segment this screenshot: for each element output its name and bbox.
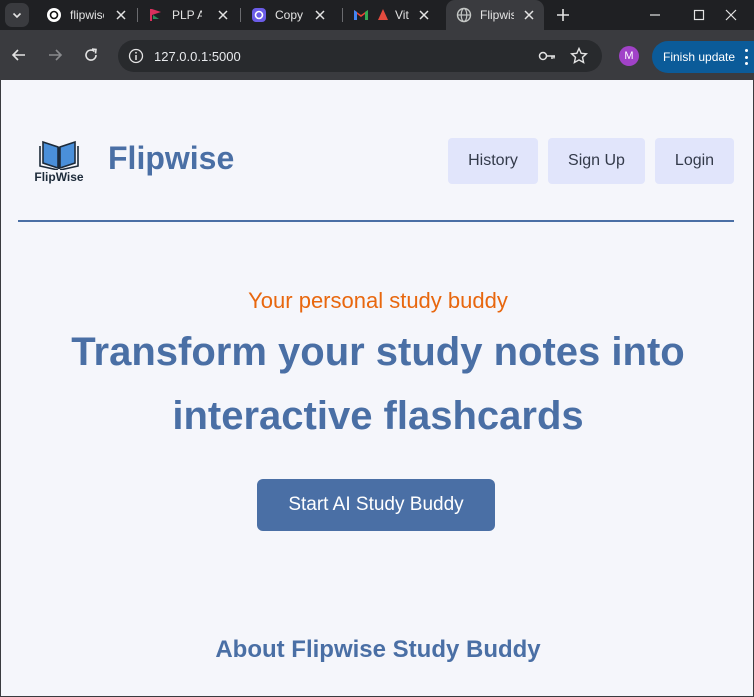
- header-divider: [18, 220, 734, 222]
- close-icon: [725, 9, 737, 21]
- close-icon[interactable]: [417, 8, 431, 22]
- key-icon[interactable]: [538, 48, 556, 64]
- tab-separator: [240, 8, 241, 22]
- address-bar[interactable]: 127.0.0.1:5000: [118, 40, 602, 72]
- nav-signup-link[interactable]: Sign Up: [548, 138, 645, 184]
- tab-gmail[interactable]: Vit: [353, 0, 431, 30]
- copy-app-icon: [251, 7, 267, 23]
- arrow-left-icon: [11, 49, 25, 61]
- plp-icon: [148, 7, 164, 23]
- finish-update-button[interactable]: Finish update: [652, 41, 754, 73]
- profile-avatar[interactable]: M: [619, 46, 639, 66]
- nav-login-link[interactable]: Login: [655, 138, 734, 184]
- tab-title: Flipwise: [480, 8, 514, 22]
- url-text[interactable]: 127.0.0.1:5000: [154, 49, 241, 64]
- forward-button[interactable]: [44, 44, 66, 66]
- reload-icon: [85, 48, 97, 61]
- tab-plp-academy[interactable]: PLP Academy: [148, 0, 230, 30]
- tab-search-button[interactable]: [5, 3, 29, 27]
- tab-title: PLP Academy: [172, 8, 202, 22]
- hero-tagline: Your personal study buddy: [248, 288, 508, 313]
- info-icon[interactable]: [128, 48, 144, 64]
- minimize-button[interactable]: [632, 0, 678, 30]
- about-section-title: About Flipwise Study Buddy: [215, 636, 541, 663]
- tab-title: flipwise: [70, 8, 104, 22]
- globe-icon: [456, 7, 472, 23]
- star-icon[interactable]: [570, 47, 588, 65]
- back-button[interactable]: [8, 44, 30, 66]
- close-icon[interactable]: [216, 8, 230, 22]
- open-book-icon: [39, 140, 79, 170]
- new-tab-button[interactable]: [553, 5, 573, 25]
- gmail-icon: [353, 7, 369, 23]
- tab-copy[interactable]: Copy: [251, 0, 327, 30]
- arrow-right-icon: [49, 49, 63, 61]
- tab-separator: [137, 8, 138, 22]
- logo-text: FlipWise: [34, 170, 84, 184]
- tab-title: Vit: [395, 8, 409, 22]
- reload-button[interactable]: [80, 44, 102, 66]
- maximize-icon: [693, 9, 705, 21]
- nav-history-link[interactable]: History: [448, 138, 538, 184]
- chevron-down-icon: [12, 12, 22, 19]
- page-content: FlipWise Flipwise History Sign Up Login …: [0, 80, 754, 697]
- finish-update-label: Finish update: [663, 50, 736, 64]
- tab-flipwise-active[interactable]: Flipwise: [446, 0, 544, 30]
- more-vert-icon: [744, 49, 748, 65]
- close-icon[interactable]: [313, 8, 327, 22]
- close-window-button[interactable]: [708, 0, 754, 30]
- close-icon[interactable]: [522, 8, 536, 22]
- browser-tab-strip: flipwise PLP Academy Copy Vit: [0, 0, 754, 30]
- logo[interactable]: FlipWise: [29, 136, 89, 184]
- hero-headline: Transform your study notes into interact…: [71, 330, 685, 438]
- openai-icon: [46, 7, 62, 23]
- tab-flipwise-chatgpt[interactable]: flipwise: [46, 0, 128, 30]
- minimize-icon: [650, 14, 660, 16]
- plus-icon: [557, 9, 569, 21]
- tab-title: Copy: [275, 8, 304, 22]
- start-study-buddy-button[interactable]: Start AI Study Buddy: [257, 479, 495, 531]
- alert-icon: [375, 7, 391, 23]
- browser-toolbar: 127.0.0.1:5000 M Finish update: [0, 30, 754, 80]
- brand-title: Flipwise: [108, 140, 235, 176]
- tab-separator: [342, 8, 343, 22]
- close-icon[interactable]: [114, 8, 128, 22]
